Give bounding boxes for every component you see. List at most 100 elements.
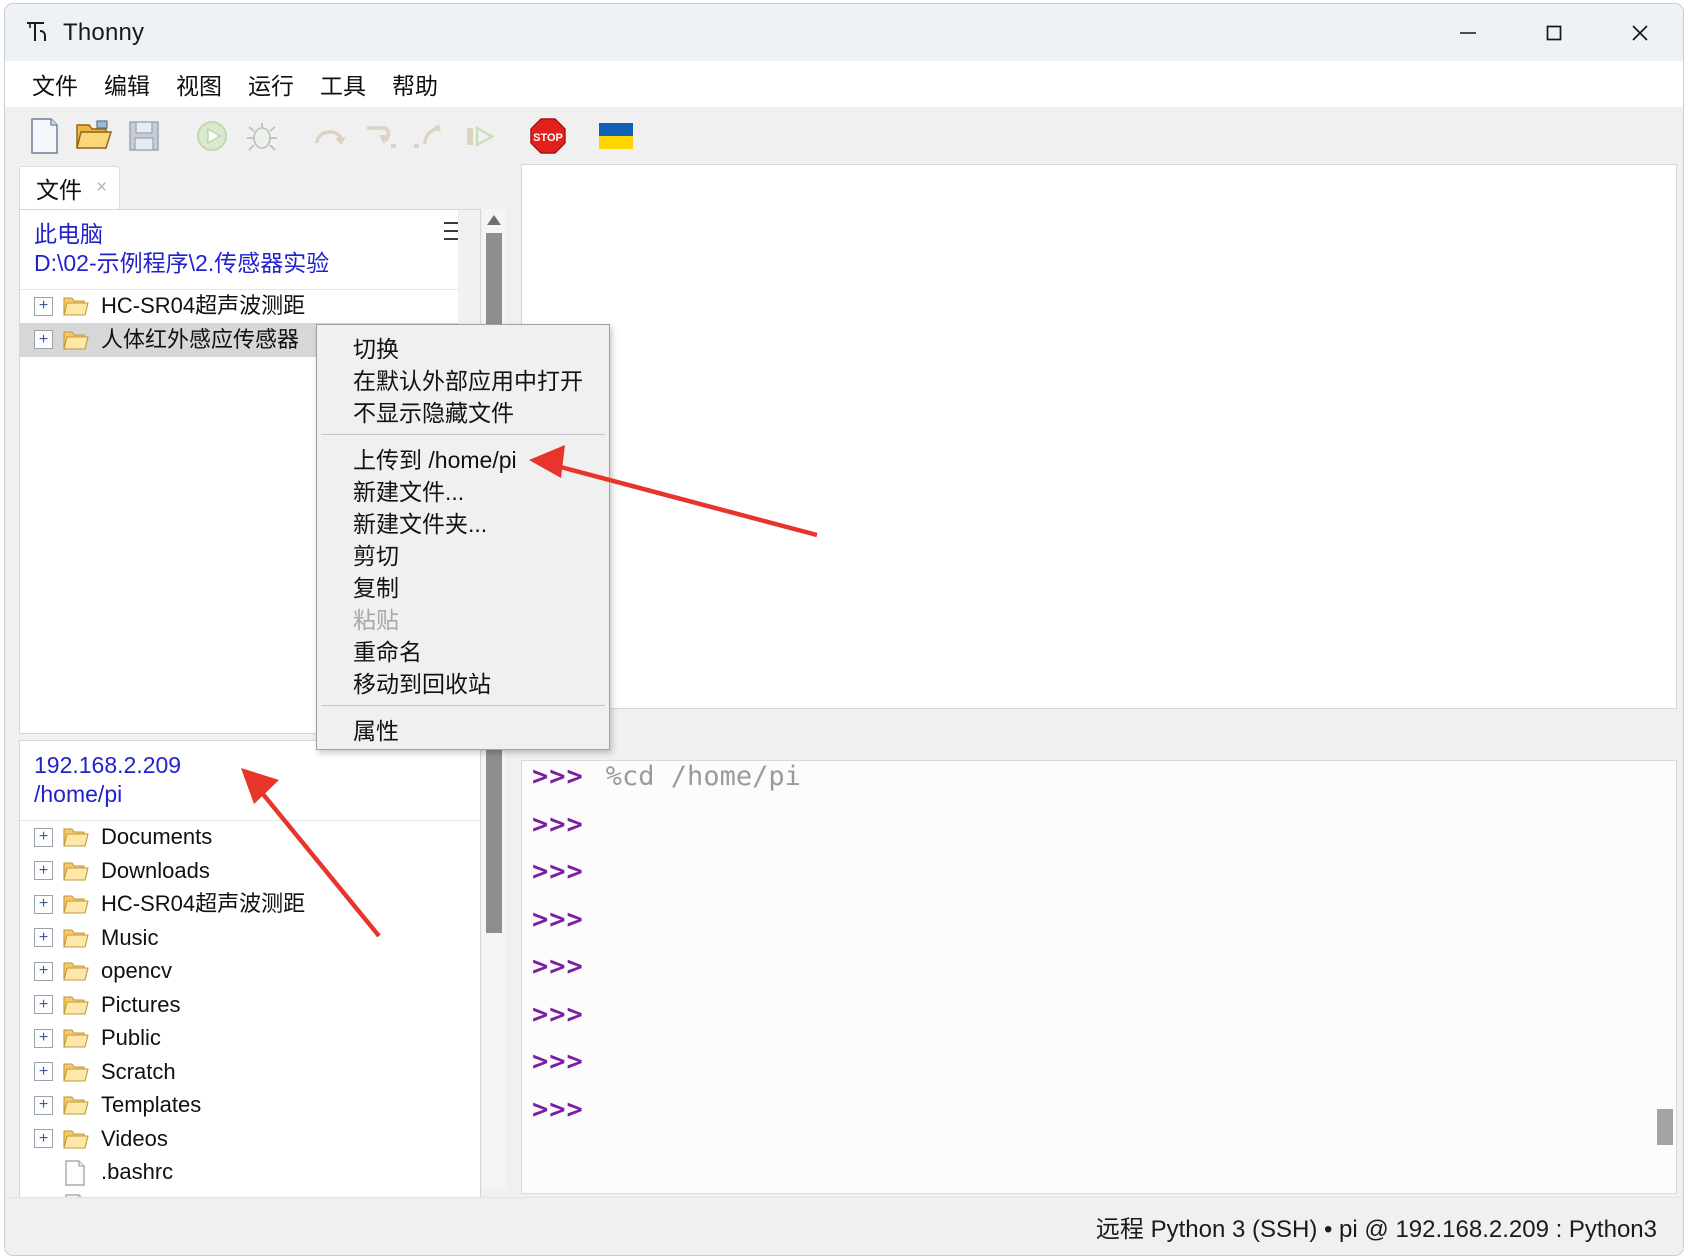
tree-row-label: 人体红外感应传感器 [101, 326, 300, 352]
folder-icon [63, 993, 89, 1017]
context-menu-separator [321, 434, 605, 435]
folder-icon [63, 328, 89, 352]
step-out-icon[interactable] [407, 113, 453, 159]
menu-tools[interactable]: 工具 [307, 64, 379, 104]
shell-prompt: >>> [532, 951, 584, 982]
ctx-open-external[interactable]: 在默认外部应用中打开 [317, 363, 609, 395]
stop-icon[interactable]: STOP [525, 113, 571, 159]
tree-row-remote-9[interactable]: + Videos [20, 1122, 480, 1156]
main-body: 文件 × 此电脑 D:\02-示例程序\2.传感器实验 + HC-SR04超声波… [5, 164, 1683, 1255]
tree-row-label: Music [101, 924, 159, 950]
tab-close-icon[interactable]: × [96, 177, 107, 199]
minimize-icon[interactable] [1425, 4, 1511, 61]
menu-help[interactable]: 帮助 [379, 64, 451, 104]
status-bar-text: 远程 Python 3 (SSH) • pi @ 192.168.2.209 :… [1095, 1216, 1657, 1243]
expander-icon[interactable]: + [34, 928, 53, 948]
ctx-new-folder[interactable]: 新建文件夹... [317, 506, 609, 538]
folder-icon [63, 1026, 89, 1050]
expander-icon[interactable]: + [34, 894, 53, 914]
debug-icon[interactable] [239, 113, 285, 159]
expander-icon[interactable]: + [34, 1095, 53, 1115]
folder-icon [63, 294, 89, 318]
new-file-icon[interactable] [21, 113, 67, 159]
remote-tree-rows: + Documents + Downloads + HC-SR04超声波测距 + Music +… [20, 821, 480, 1255]
expander-icon[interactable]: + [34, 330, 53, 350]
resume-icon[interactable] [457, 113, 503, 159]
editor-shell-pane: >>> %cd /home/pi >>> >>> >>> >>> >>> >>> >>> [513, 164, 1683, 1198]
expander-icon[interactable]: + [34, 1028, 53, 1048]
remote-tree-title: 192.168.2.209 [34, 752, 182, 778]
save-file-icon[interactable] [121, 113, 167, 159]
ctx-move-to-trash[interactable]: 移动到回收站 [317, 666, 609, 698]
tree-row-remote-5[interactable]: + Pictures [20, 988, 480, 1022]
expander-icon[interactable]: + [34, 961, 53, 981]
ctx-rename[interactable]: 重命名 [317, 634, 609, 666]
ctx-upload-to-home-pi[interactable]: 上传到 /home/pi [317, 442, 609, 474]
tree-row-remote-4[interactable]: + opencv [20, 955, 480, 989]
expander-icon[interactable]: + [34, 827, 53, 847]
step-into-icon[interactable] [357, 113, 403, 159]
open-file-icon[interactable] [71, 113, 117, 159]
folder-icon [63, 959, 89, 983]
editor-area[interactable] [521, 164, 1677, 709]
shell-lines: >>> %cd /home/pi >>> >>> >>> >>> >>> >>> >>> [522, 761, 1676, 1141]
folder-icon [63, 926, 89, 950]
tree-row-remote-8[interactable]: + Templates [20, 1089, 480, 1123]
shell-line-3: >>> [522, 904, 1676, 952]
status-bar: 远程 Python 3 (SSH) • pi @ 192.168.2.209 :… [5, 1197, 1683, 1255]
menu-file[interactable]: 文件 [19, 64, 91, 104]
tree-row-remote-1[interactable]: + Downloads [20, 854, 480, 888]
maximize-icon[interactable] [1511, 4, 1597, 61]
menu-view[interactable]: 视图 [163, 64, 235, 104]
tree-row-remote-10[interactable]: .bashrc [20, 1156, 480, 1190]
tree-row-label: HC-SR04超声波测距 [101, 293, 306, 319]
thonny-main-window: Thonny 文件 编辑 视图 运行 工具 帮助 STOP 文件 × 此电脑 D… [4, 3, 1684, 1256]
menu-run[interactable]: 运行 [235, 64, 307, 104]
tab-files-label: 文件 [36, 177, 82, 203]
expander-icon[interactable]: + [34, 1129, 53, 1149]
ctx-cut[interactable]: 剪切 [317, 538, 609, 570]
shell-line-2: >>> [522, 856, 1676, 904]
folder-icon [63, 892, 89, 916]
tab-files[interactable]: 文件 × [19, 166, 121, 209]
expander-placeholder [34, 1163, 53, 1182]
ctx-toggle[interactable]: 切换 [317, 331, 609, 363]
toolbar: STOP [5, 107, 1683, 165]
shell-line-4: >>> [522, 951, 1676, 999]
tree-row-label: Documents [101, 824, 213, 850]
ctx-paste: 粘贴 [353, 607, 399, 633]
file-context-menu[interactable]: 切换 在默认外部应用中打开 不显示隐藏文件 上传到 /home/pi 新建文件... 新建… [316, 324, 610, 750]
shell-command-text: %cd /home/pi [605, 761, 801, 792]
tree-row-remote-7[interactable]: + Scratch [20, 1055, 480, 1089]
tree-row-remote-6[interactable]: + Public [20, 1022, 480, 1056]
ukraine-flag-icon[interactable] [593, 113, 639, 159]
folder-icon [63, 1060, 89, 1084]
scroll-up-arrow-icon[interactable] [482, 209, 506, 231]
tree-row-local-0[interactable]: + HC-SR04超声波测距 [20, 290, 480, 324]
tree-row-label: opencv [101, 958, 172, 984]
ctx-properties[interactable]: 属性 [317, 713, 609, 745]
tree-row-label: .bashrc [101, 1159, 174, 1185]
expander-icon[interactable]: + [34, 1062, 53, 1082]
expander-icon[interactable]: + [34, 861, 53, 881]
close-icon[interactable] [1597, 4, 1683, 61]
run-icon[interactable] [189, 113, 235, 159]
shell-prompt: >>> [532, 903, 584, 935]
menu-edit[interactable]: 编辑 [91, 64, 163, 104]
shell-line-7: >>> [522, 1094, 1676, 1142]
tree-row-label: Videos [101, 1125, 168, 1151]
ctx-new-file[interactable]: 新建文件... [317, 474, 609, 506]
ctx-hide-hidden-files[interactable]: 不显示隐藏文件 [317, 395, 609, 427]
expander-icon[interactable]: + [34, 995, 53, 1015]
tree-row-remote-3[interactable]: + Music [20, 921, 480, 955]
shell-scrollbar[interactable] [1654, 761, 1676, 1193]
local-tree-path: D:\02-示例程序\2.传感器实验 [34, 249, 330, 276]
scrollbar-thumb[interactable] [1657, 1109, 1673, 1145]
tree-row-remote-2[interactable]: + HC-SR04超声波测距 [20, 888, 480, 922]
expander-icon[interactable]: + [34, 296, 53, 316]
step-over-icon[interactable] [307, 113, 353, 159]
tree-row-remote-0[interactable]: + Documents [20, 821, 480, 855]
shell-line-6: >>> [522, 1046, 1676, 1094]
shell-area[interactable]: >>> %cd /home/pi >>> >>> >>> >>> >>> >>> >>> [521, 760, 1677, 1194]
ctx-copy[interactable]: 复制 [317, 570, 609, 602]
